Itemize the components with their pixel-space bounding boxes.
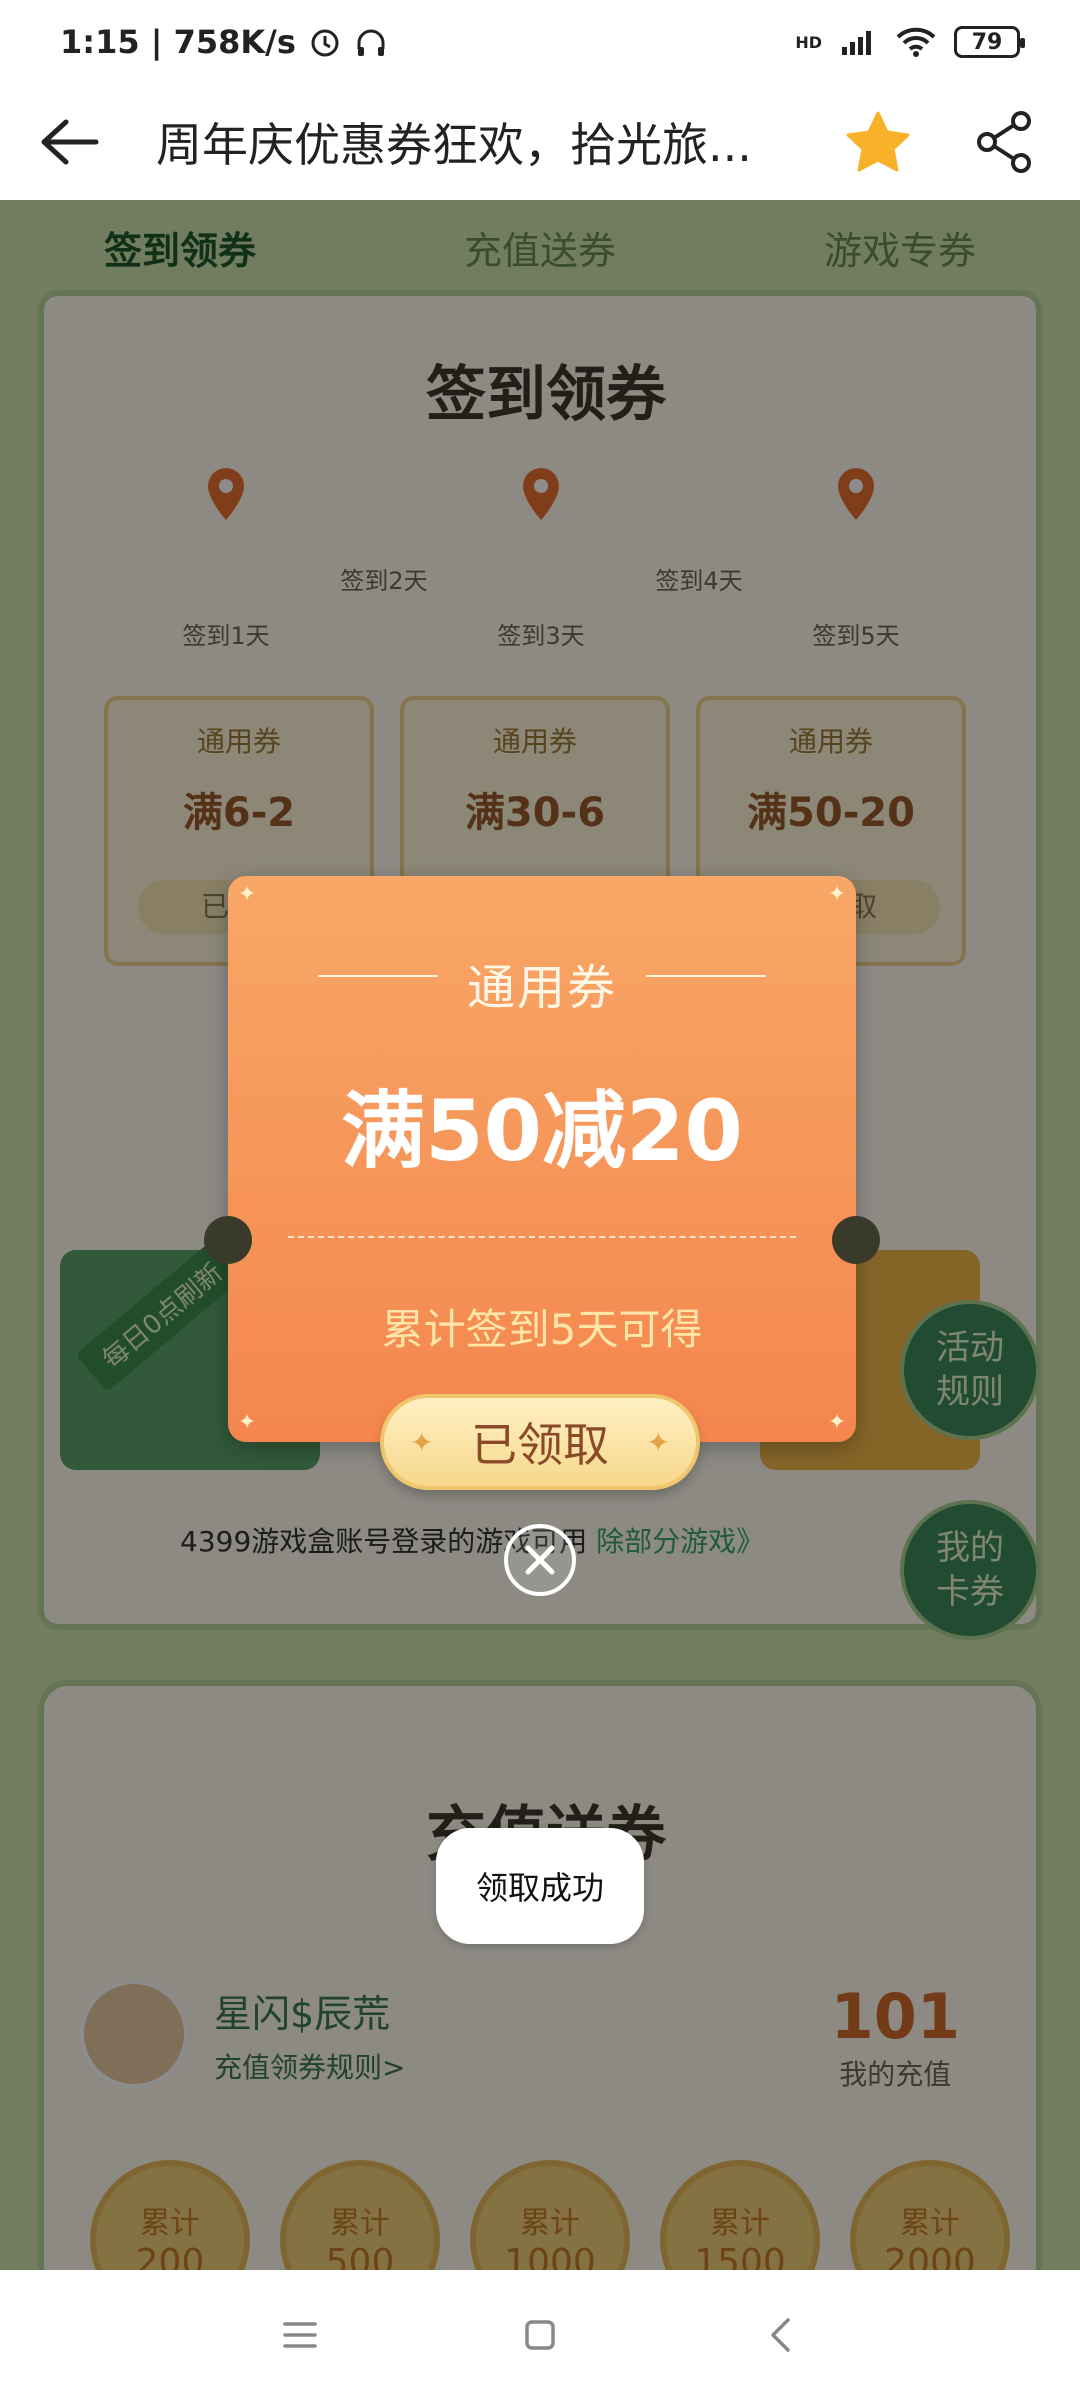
- ticket-notch: [204, 1216, 252, 1264]
- hd-label: HD: [795, 32, 822, 52]
- share-icon: [977, 111, 1031, 173]
- sparkle-icon: ✦: [237, 1410, 257, 1435]
- coupon-modal: ✦ ✦ ✦ ✦ 通用券 满50减20 累计签到5天可得: [204, 876, 880, 1442]
- ticket-divider: [288, 1236, 796, 1238]
- sparkle-icon: ✦: [827, 1410, 847, 1435]
- title-bar: 周年庆优惠券狂欢，拾光旅...: [0, 84, 1080, 200]
- toast-message: 领取成功: [436, 1828, 644, 1944]
- back-nav-button[interactable]: [755, 2310, 805, 2360]
- back-button[interactable]: [40, 107, 110, 177]
- favorite-button[interactable]: [842, 106, 914, 178]
- battery-indicator: 79: [954, 26, 1025, 58]
- sparkle-icon: ✦: [237, 882, 257, 907]
- close-icon: [525, 1545, 555, 1575]
- chevron-left-icon: [771, 2318, 790, 2352]
- modal-coupon-type: 通用券: [466, 960, 617, 1016]
- time-speed: 1:15 | 758K/s: [60, 23, 296, 61]
- star-icon: [846, 111, 910, 172]
- sparkle-icon: ✦: [646, 1425, 670, 1459]
- menu-nav-button[interactable]: [275, 2310, 325, 2360]
- system-nav-bar: [0, 2270, 1080, 2400]
- alarm-icon: [311, 29, 339, 57]
- home-square-icon: [525, 2320, 555, 2350]
- menu-icon: [283, 2322, 317, 2348]
- modal-coupon-condition: 累计签到5天可得: [381, 1305, 703, 1354]
- status-bar: 1:15 | 758K/s HD 79: [0, 0, 1080, 84]
- wifi-icon: [896, 27, 936, 57]
- signal-icon: [842, 31, 871, 55]
- share-button[interactable]: [970, 107, 1040, 177]
- modal-coupon-amount: 满50减20: [341, 1082, 743, 1180]
- home-nav-button[interactable]: [515, 2310, 565, 2360]
- sparkle-icon: ✦: [827, 882, 847, 907]
- ticket-notch: [832, 1216, 880, 1264]
- close-button[interactable]: [504, 1524, 576, 1596]
- arrow-left-icon: [41, 119, 99, 165]
- page-title: 周年庆优惠券狂欢，拾光旅...: [156, 118, 752, 172]
- claimed-button[interactable]: ✦ 已领取 ✦: [380, 1394, 700, 1490]
- headphones-icon: [357, 29, 385, 56]
- sparkle-icon: ✦: [410, 1425, 434, 1459]
- status-time: 1:15 | 758K/s: [60, 23, 388, 61]
